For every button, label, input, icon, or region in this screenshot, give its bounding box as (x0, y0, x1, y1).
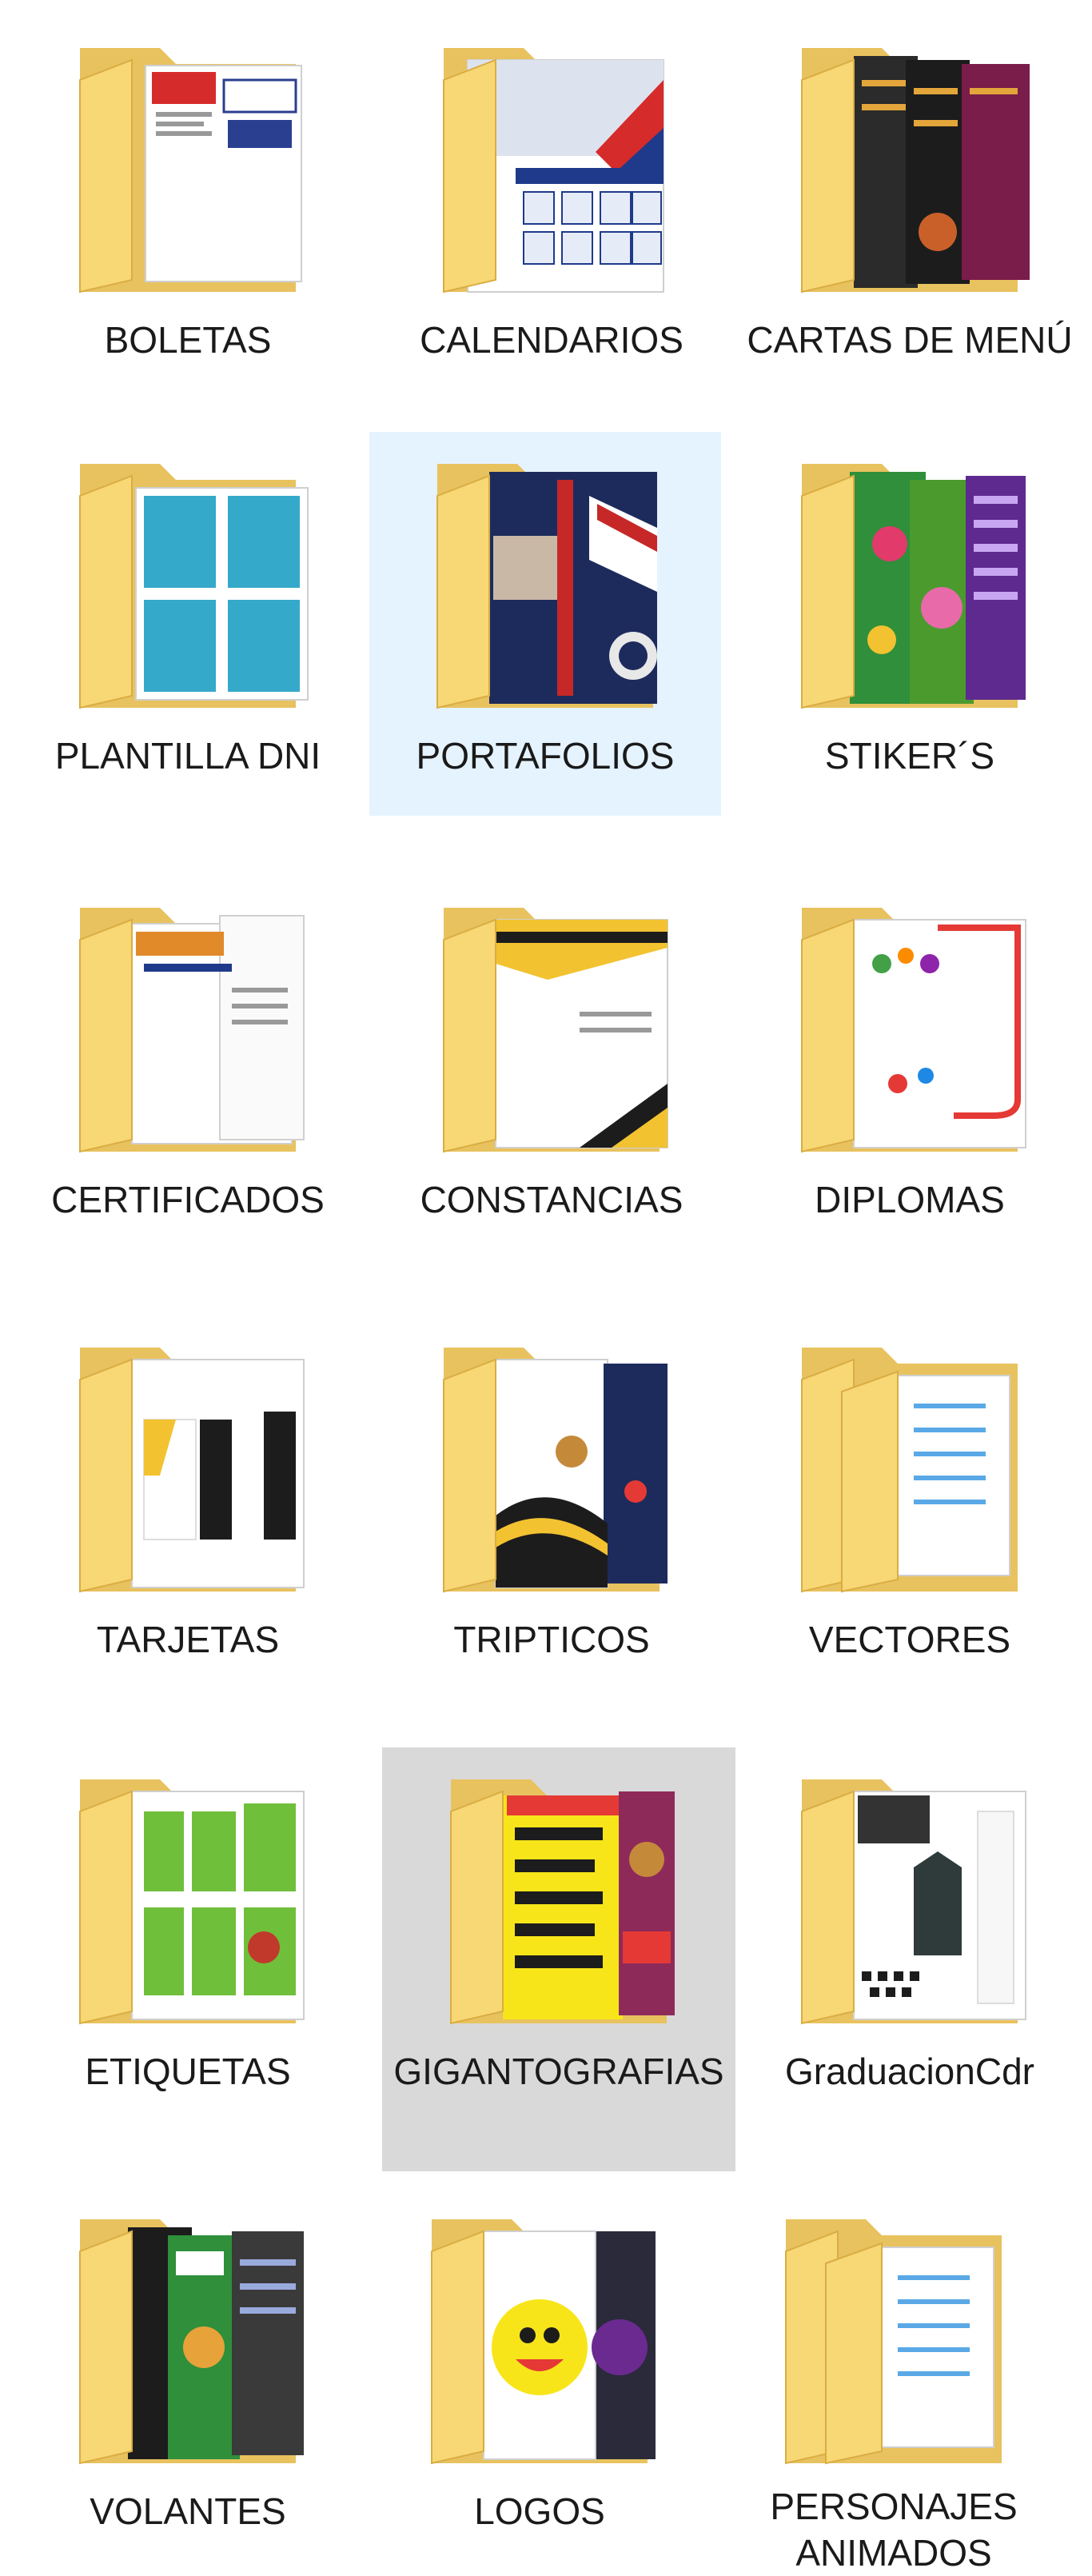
folder-icon (56, 432, 320, 728)
folder-graphic (79, 1779, 305, 2025)
folder-grid: BOLETAS CALENDARIOS CARTAS DE MENÚ PLANT… (0, 0, 1092, 2576)
folder-label: VECTORES (808, 1619, 1011, 1660)
folder-graphic (443, 48, 664, 294)
folder-stikers[interactable]: STIKER´S (727, 432, 1092, 816)
folder-label: VOLANTES (90, 2490, 286, 2532)
folder-label: ETIQUETAS (85, 2051, 291, 2092)
folder-icon (420, 876, 683, 1172)
folder-icon (420, 1316, 683, 1611)
folder-logos[interactable]: LOGOS (352, 2187, 727, 2576)
folder-graphic (801, 908, 1026, 1153)
folder-etiquetas[interactable]: ETIQUETAS (0, 1747, 376, 2147)
folder-label: PORTAFOLIOS (416, 735, 675, 777)
folder-graphic (801, 464, 1026, 709)
folder-graphic (443, 1348, 668, 1593)
folder-tarjetas[interactable]: TARJETAS (0, 1316, 376, 1715)
folder-label: DIPLOMAS (815, 1179, 1005, 1220)
folder-label: GraduacionCdr (785, 2051, 1034, 2092)
folder-label: CALENDARIOS (420, 319, 683, 361)
folder-label: CARTAS DE MENÚ (747, 319, 1073, 361)
folder-graphic (79, 2219, 304, 2465)
folder-graphic (443, 908, 668, 1153)
folder-tripticos[interactable]: TRIPTICOS (364, 1316, 739, 1715)
folder-icon (413, 432, 677, 728)
folder-diplomas[interactable]: DIPLOMAS (727, 876, 1092, 1276)
folder-icon (762, 2187, 1026, 2478)
folder-cartas[interactable]: CARTAS DE MENÚ (727, 16, 1092, 432)
folder-graphic (79, 464, 309, 709)
folder-icon (56, 16, 320, 312)
folder-graphic (79, 908, 305, 1153)
folder-graduacion[interactable]: GraduacionCdr (727, 1747, 1092, 2147)
folder-personajes[interactable]: PERSONAJES ANIMADOS (711, 2187, 1076, 2576)
folder-label: PLANTILLA DNI (54, 735, 321, 777)
folder-vectores[interactable]: VECTORES (727, 1316, 1092, 1715)
folder-icon (56, 1316, 320, 1611)
folder-graphic (801, 1779, 1026, 2025)
folder-label: BOLETAS (104, 319, 272, 361)
folder-graphic (436, 464, 657, 709)
folder-label: GIGANTOGRAFIAS (393, 2051, 724, 2092)
folder-dni[interactable]: PLANTILLA DNI (0, 432, 376, 816)
folder-graphic (79, 48, 302, 294)
folder-graphic (785, 2219, 1002, 2465)
folder-portafolios[interactable]: PORTAFOLIOS (369, 432, 721, 816)
folder-graphic (431, 2219, 656, 2465)
folder-icon (778, 1747, 1042, 2043)
folder-volantes[interactable]: VOLANTES (0, 2187, 376, 2576)
folder-icon (778, 1316, 1042, 1611)
folder-graphic (801, 1348, 1018, 1593)
folder-boletas[interactable]: BOLETAS (0, 16, 376, 432)
folder-label: CONSTANCIAS (420, 1179, 683, 1220)
folder-icon (56, 1747, 320, 2043)
folder-gigantografias[interactable]: GIGANTOGRAFIAS (382, 1747, 735, 2171)
folder-icon (56, 876, 320, 1172)
folder-icon (56, 2187, 320, 2483)
folder-label: STIKER´S (824, 735, 995, 777)
folder-icon (778, 432, 1042, 728)
folder-icon (778, 16, 1042, 312)
folder-calendarios[interactable]: CALENDARIOS (364, 16, 739, 432)
folder-icon (408, 2187, 672, 2483)
folder-label: TARJETAS (96, 1619, 280, 1660)
folder-label: CERTIFICADOS (51, 1179, 325, 1220)
folder-certificados[interactable]: CERTIFICADOS (0, 876, 376, 1276)
folder-label: PERSONAJES ANIMADOS (770, 2486, 1018, 2574)
folder-label: TRIPTICOS (453, 1619, 650, 1660)
folder-graphic (450, 1779, 675, 2025)
folder-icon (427, 1747, 691, 2043)
folder-icon (420, 16, 683, 312)
folder-label: LOGOS (474, 2490, 605, 2532)
folder-graphic (801, 48, 1030, 294)
folder-icon (778, 876, 1042, 1172)
folder-constancias[interactable]: CONSTANCIAS (364, 876, 739, 1276)
folder-graphic (79, 1348, 305, 1593)
